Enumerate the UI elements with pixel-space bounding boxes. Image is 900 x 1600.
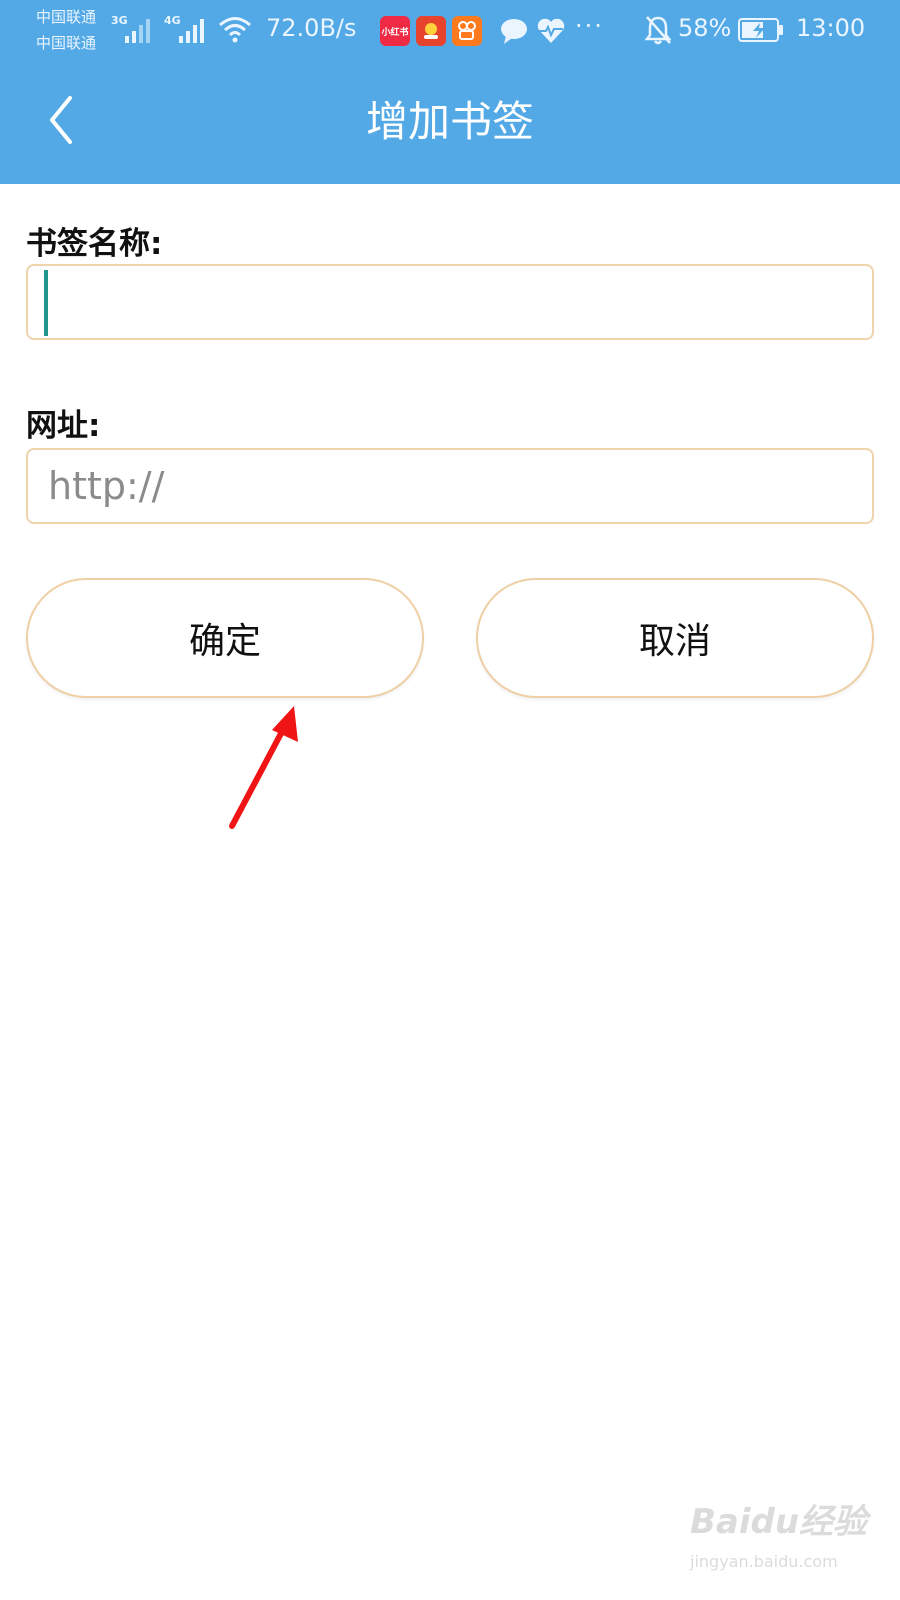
kuaishou-app-icon (452, 16, 482, 46)
confirm-button[interactable]: 确定 (26, 578, 424, 698)
health-icon (537, 18, 565, 43)
status-bar: 中国联通 中国联通 3G 4G 72.0B/s 小红书 ··· 58% 13:0… (0, 0, 900, 62)
cancel-button-label: 取消 (638, 621, 711, 662)
battery-percent: 58% (678, 14, 732, 42)
xiaohongshu-label: 小红书 (381, 27, 409, 38)
game-app-icon (416, 16, 446, 46)
cancel-button[interactable]: 取消 (476, 578, 874, 698)
xiaohongshu-app-icon: 小红书 (380, 16, 410, 46)
signal-strength-1-icon (125, 19, 150, 43)
url-input[interactable] (26, 448, 874, 524)
mute-bell-icon (644, 16, 672, 45)
battery-charging-icon (738, 18, 783, 42)
bookmark-name-input[interactable] (26, 264, 874, 340)
confirm-button-label: 确定 (188, 621, 261, 662)
watermark-url: jingyan.baidu.com (690, 1552, 838, 1571)
carrier-1-label: 中国联通 (36, 8, 97, 26)
more-notifications-icon: ··· (575, 12, 604, 40)
text-cursor (44, 270, 48, 336)
network-speed: 72.0B/s (266, 14, 357, 42)
watermark-brand: Baidu经验 (690, 1502, 868, 1542)
baidu-jingyan-watermark: Baidu经验 jingyan.baidu.com (690, 1490, 870, 1590)
page-title: 增加书签 (365, 97, 534, 146)
bookmark-name-label: 书签名称: (26, 226, 163, 262)
red-arrow-icon (229, 706, 298, 829)
message-icon (501, 19, 527, 44)
carrier-2-label: 中国联通 (36, 34, 97, 52)
signal-strength-2-icon (179, 19, 204, 43)
wifi-icon (219, 17, 251, 43)
status-clock: 13:00 (796, 14, 866, 42)
url-label: 网址: (26, 408, 101, 444)
